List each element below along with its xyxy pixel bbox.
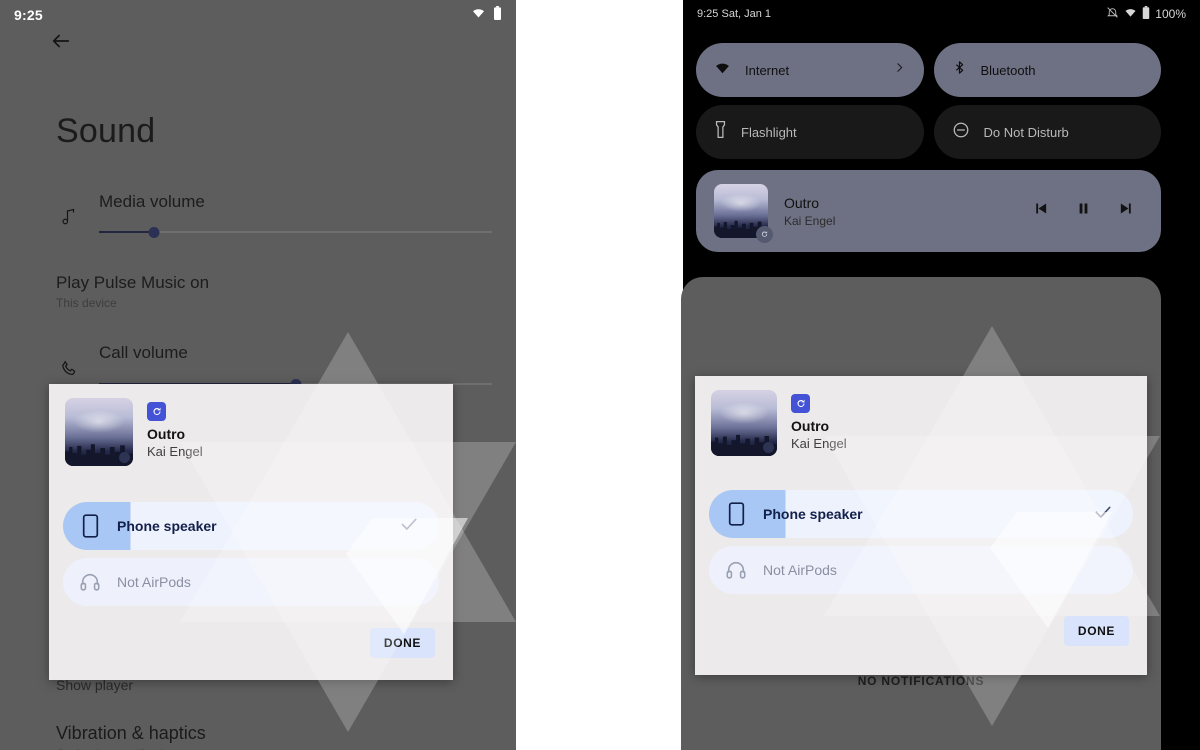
media-track-title: Outro — [784, 194, 820, 211]
wifi-icon — [714, 61, 731, 80]
battery-icon — [493, 5, 502, 25]
album-art — [65, 398, 133, 466]
bluetooth-icon — [952, 58, 967, 82]
bell-muted-icon — [1106, 6, 1119, 22]
headphones-icon — [77, 569, 103, 595]
qs-tile-label: Flashlight — [741, 124, 797, 140]
smartphone-icon — [77, 513, 103, 539]
skip-previous-icon[interactable] — [1032, 200, 1049, 222]
battery-percent: 100% — [1155, 7, 1186, 21]
device-row-phone-speaker[interactable]: Phone speaker — [709, 490, 1133, 538]
output-switcher-dialog[interactable]: Outro Kai Engel Phone speaker Not AirPod… — [49, 384, 453, 680]
flashlight-icon — [714, 120, 727, 144]
status-icons — [471, 5, 502, 25]
qs-tile-label: Internet — [745, 62, 790, 78]
right-status-bar: 9:25 Sat, Jan 1 100% — [683, 0, 1200, 28]
dialog-track-title: Outro — [147, 426, 186, 442]
battery-icon — [1142, 6, 1150, 22]
pulse-music-app-icon — [791, 394, 810, 413]
dialog-footer: DONE — [49, 614, 453, 658]
device-row-phone-speaker[interactable]: Phone speaker — [63, 502, 439, 550]
qs-tile-do-not-disturb[interactable]: Do Not Disturb — [933, 105, 1161, 159]
done-button[interactable]: DONE — [1063, 616, 1129, 646]
check-icon — [1093, 502, 1113, 527]
skip-next-icon[interactable] — [1118, 200, 1135, 222]
device-label: Phone speaker — [763, 506, 863, 522]
media-controls — [1032, 200, 1143, 222]
status-clock: 9:25 — [697, 8, 719, 20]
media-player-card[interactable]: Outro Kai Engel — [696, 170, 1161, 252]
album-art — [711, 390, 777, 456]
pause-icon[interactable] — [1075, 200, 1092, 222]
dialog-footer: DONE — [695, 602, 1147, 646]
media-volume-label: Media volume — [99, 192, 205, 211]
device-row-not-airpods[interactable]: Not AirPods — [63, 558, 439, 606]
qs-tile-label: Do Not Disturb — [983, 124, 1069, 140]
left-status-bar: 9:25 — [0, 0, 516, 30]
play-on-subtitle[interactable]: This device — [56, 296, 117, 310]
output-switcher-dialog[interactable]: Outro Kai Engel Phone speaker Not AirPod… — [695, 376, 1147, 675]
do-not-disturb-icon — [952, 121, 970, 144]
slider-fill — [99, 231, 155, 233]
album-art — [714, 184, 773, 243]
check-icon — [399, 514, 419, 539]
slider-thumb[interactable] — [148, 227, 160, 238]
dialog-media-header: Outro Kai Engel — [695, 376, 1147, 466]
dialog-media-meta: Outro Kai Engel — [147, 398, 203, 459]
arrow-left-icon — [50, 30, 72, 57]
status-clock: 9:25 — [14, 7, 43, 23]
pulse-music-app-icon — [147, 402, 166, 421]
dialog-media-header: Outro Kai Engel — [49, 384, 453, 476]
wifi-icon — [1124, 7, 1137, 21]
done-button[interactable]: DONE — [369, 628, 435, 658]
dialog-media-meta: Outro Kai Engel — [791, 390, 847, 451]
qs-tile-internet[interactable]: Internet — [696, 43, 924, 97]
music-note-icon — [56, 204, 82, 230]
device-label: Not AirPods — [117, 574, 191, 590]
quick-settings-grid: Internet Bluetooth Flashlight Do Not Dis… — [696, 43, 1161, 159]
qs-tile-bluetooth[interactable]: Bluetooth — [933, 43, 1161, 97]
headphones-icon — [723, 557, 749, 583]
screenshot-root: 9:25 Sound Media volume Play Pulse Music… — [0, 0, 1200, 750]
wifi-icon — [471, 6, 486, 24]
media-track-artist: Kai Engel — [784, 213, 836, 228]
art-corner-badge-icon — [119, 452, 130, 463]
chevron-right-icon[interactable] — [893, 61, 906, 79]
call-volume-label: Call volume — [99, 343, 188, 362]
device-row-not-airpods[interactable]: Not AirPods — [709, 546, 1133, 594]
no-notifications-label: NO NOTIFICATIONS — [857, 674, 985, 688]
qs-tile-flashlight[interactable]: Flashlight — [696, 105, 924, 159]
device-label: Not AirPods — [763, 562, 837, 578]
play-on-title: Play Pulse Music on — [56, 273, 210, 292]
device-label: Phone speaker — [117, 518, 217, 534]
art-corner-badge-icon — [763, 442, 774, 453]
status-clock-date: 9:25 Sat, Jan 1 — [697, 8, 771, 20]
dialog-track-artist: Kai Engel — [791, 436, 847, 451]
dialog-track-artist: Kai Engel — [147, 444, 203, 459]
left-phone-screen: 9:25 Sound Media volume Play Pulse Music… — [0, 0, 516, 750]
phone-icon — [56, 355, 82, 381]
pulse-music-app-icon — [756, 226, 773, 243]
vibration-haptics-title[interactable]: Vibration & haptics — [56, 723, 206, 744]
media-volume-slider[interactable] — [99, 224, 492, 240]
back-button[interactable] — [46, 28, 76, 58]
status-icons: 100% — [1106, 6, 1186, 22]
page-title: Sound — [56, 112, 156, 150]
qs-tile-label: Bluetooth — [980, 62, 1036, 78]
status-date: Sat, Jan 1 — [721, 8, 772, 20]
dialog-track-title: Outro — [791, 418, 830, 434]
media-meta: Outro Kai Engel — [784, 195, 1016, 228]
smartphone-icon — [723, 501, 749, 527]
